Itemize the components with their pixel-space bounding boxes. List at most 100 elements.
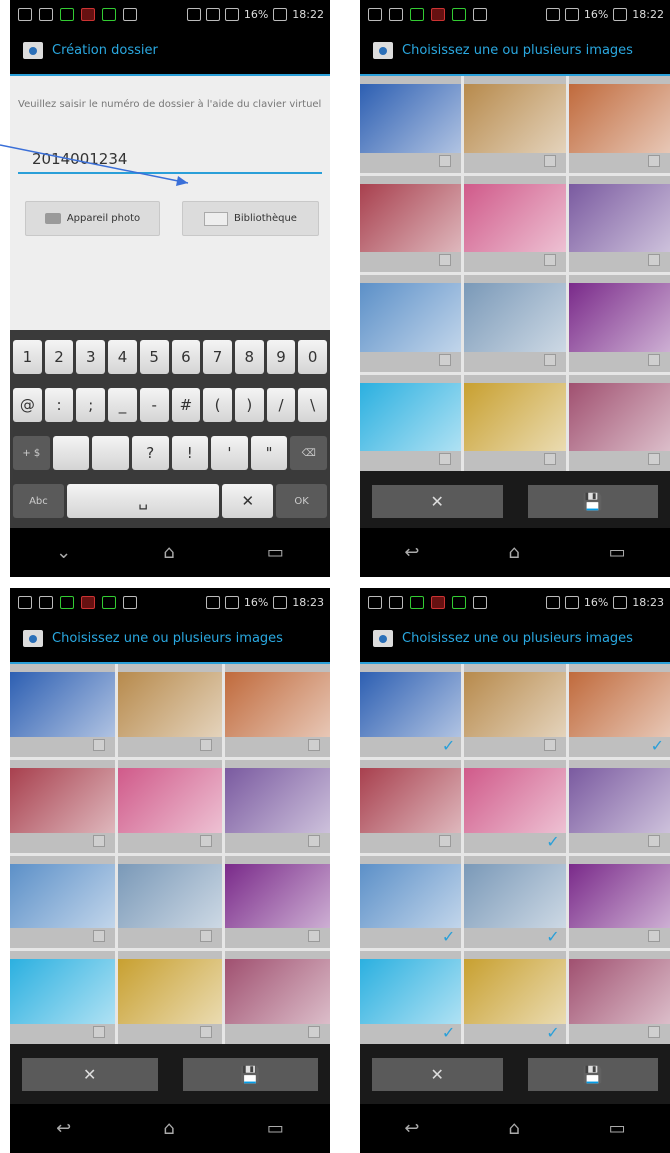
image-tile[interactable]: ✓ <box>568 664 670 757</box>
image-tile[interactable] <box>225 855 330 949</box>
image-tile[interactable] <box>568 76 670 173</box>
select-checkbox[interactable] <box>543 154 556 167</box>
back-icon[interactable]: ↩ <box>404 1118 419 1139</box>
image-tile[interactable]: ✓ <box>464 759 566 853</box>
select-checkbox[interactable] <box>439 254 452 266</box>
keyboard-key[interactable]: ✕ <box>222 484 274 518</box>
select-checkbox[interactable] <box>543 453 556 465</box>
dossier-number-input[interactable]: 2014001234 <box>32 150 127 168</box>
select-checkbox[interactable] <box>307 1026 320 1038</box>
cancel-button[interactable]: ✕ <box>22 1058 158 1091</box>
select-checkbox[interactable] <box>439 353 452 366</box>
recent-apps-icon[interactable]: ▭ <box>609 542 626 563</box>
image-tile[interactable] <box>10 759 115 853</box>
back-icon[interactable]: ↩ <box>56 1118 71 1139</box>
select-checkbox[interactable] <box>200 1026 213 1038</box>
image-tile[interactable] <box>360 76 462 173</box>
keyboard-key[interactable]: 6 <box>171 340 201 374</box>
image-tile[interactable] <box>568 374 670 471</box>
cancel-button[interactable]: ✕ <box>372 1058 503 1091</box>
select-checkbox[interactable] <box>439 834 452 847</box>
image-tile[interactable] <box>10 951 115 1044</box>
image-tile[interactable] <box>464 175 566 272</box>
keyboard-key[interactable]: + $ <box>13 436 50 470</box>
image-tile[interactable]: ✓ <box>360 664 462 757</box>
keyboard-key[interactable]: ) <box>234 388 264 422</box>
image-tile[interactable] <box>225 951 330 1044</box>
keyboard-key[interactable]: ! <box>171 436 209 470</box>
image-tile[interactable] <box>464 275 566 372</box>
keyboard-key[interactable]: 1 <box>13 340 42 374</box>
keyboard-key[interactable]: 8 <box>234 340 264 374</box>
keyboard-key[interactable] <box>52 436 90 470</box>
save-button[interactable]: 💾 <box>527 1058 658 1091</box>
checkmark-icon[interactable]: ✓ <box>442 927 455 946</box>
keyboard-key[interactable]: 2 <box>44 340 74 374</box>
image-tile[interactable]: ✓ <box>464 855 566 949</box>
select-checkbox[interactable] <box>92 834 105 847</box>
keyboard-key[interactable]: 5 <box>139 340 169 374</box>
image-tile[interactable] <box>568 855 670 949</box>
image-tile[interactable] <box>360 759 462 853</box>
image-tile[interactable] <box>568 759 670 853</box>
select-checkbox[interactable] <box>307 930 320 943</box>
select-checkbox[interactable] <box>543 254 556 266</box>
cancel-button[interactable]: ✕ <box>372 485 503 518</box>
select-checkbox[interactable] <box>307 834 320 847</box>
keyboard-key[interactable]: ⌫ <box>290 436 327 470</box>
keyboard-key[interactable]: 9 <box>266 340 296 374</box>
checkmark-icon[interactable]: ✓ <box>546 1023 559 1042</box>
select-checkbox[interactable] <box>200 930 213 943</box>
select-checkbox[interactable] <box>648 453 660 465</box>
image-tile[interactable] <box>568 175 670 272</box>
keyboard-key[interactable]: \ <box>298 388 328 422</box>
checkmark-icon[interactable]: ✓ <box>442 736 455 755</box>
keyboard-key[interactable]: OK <box>276 484 327 518</box>
select-checkbox[interactable] <box>648 834 660 847</box>
keyboard-key[interactable]: _ <box>108 388 137 422</box>
image-tile[interactable] <box>117 951 223 1044</box>
hide-keyboard-icon[interactable]: ⌄ <box>56 542 71 563</box>
home-icon[interactable]: ⌂ <box>508 1118 519 1139</box>
checkmark-icon[interactable]: ✓ <box>651 736 664 755</box>
save-button[interactable]: 💾 <box>182 1058 318 1091</box>
recent-apps-icon[interactable]: ▭ <box>267 542 284 563</box>
keyboard-key[interactable]: # <box>171 388 201 422</box>
select-checkbox[interactable] <box>648 930 660 943</box>
image-tile[interactable] <box>225 759 330 853</box>
keyboard-key[interactable]: 4 <box>108 340 137 374</box>
keyboard-key[interactable]: ␣ <box>66 484 220 518</box>
select-checkbox[interactable] <box>200 738 213 751</box>
select-checkbox[interactable] <box>648 154 660 167</box>
image-tile[interactable] <box>117 855 223 949</box>
image-tile[interactable] <box>117 664 223 757</box>
image-tile[interactable]: ✓ <box>360 855 462 949</box>
keyboard-key[interactable]: 3 <box>76 340 106 374</box>
keyboard-key[interactable]: ' <box>211 436 248 470</box>
select-checkbox[interactable] <box>648 254 660 266</box>
keyboard-key[interactable]: ; <box>76 388 106 422</box>
image-tile[interactable] <box>464 374 566 471</box>
select-checkbox[interactable] <box>92 930 105 943</box>
image-tile[interactable] <box>568 951 670 1044</box>
keyboard-key[interactable]: " <box>250 436 288 470</box>
select-checkbox[interactable] <box>307 738 320 751</box>
image-tile[interactable] <box>360 175 462 272</box>
checkmark-icon[interactable]: ✓ <box>546 927 559 946</box>
keyboard-key[interactable]: - <box>139 388 169 422</box>
image-tile[interactable] <box>10 664 115 757</box>
home-icon[interactable]: ⌂ <box>163 542 174 563</box>
select-checkbox[interactable] <box>92 1026 105 1038</box>
select-checkbox[interactable] <box>439 154 452 167</box>
keyboard-key[interactable]: / <box>266 388 296 422</box>
home-icon[interactable]: ⌂ <box>508 542 519 563</box>
image-tile[interactable]: ✓ <box>360 951 462 1044</box>
library-button[interactable]: Bibliothèque <box>182 201 319 236</box>
image-tile[interactable]: ✓ <box>464 951 566 1044</box>
select-checkbox[interactable] <box>648 353 660 366</box>
keyboard-key[interactable]: ( <box>203 388 232 422</box>
recent-apps-icon[interactable]: ▭ <box>267 1118 284 1139</box>
keyboard-key[interactable]: 0 <box>298 340 328 374</box>
keyboard-key[interactable]: @ <box>13 388 42 422</box>
home-icon[interactable]: ⌂ <box>163 1118 174 1139</box>
